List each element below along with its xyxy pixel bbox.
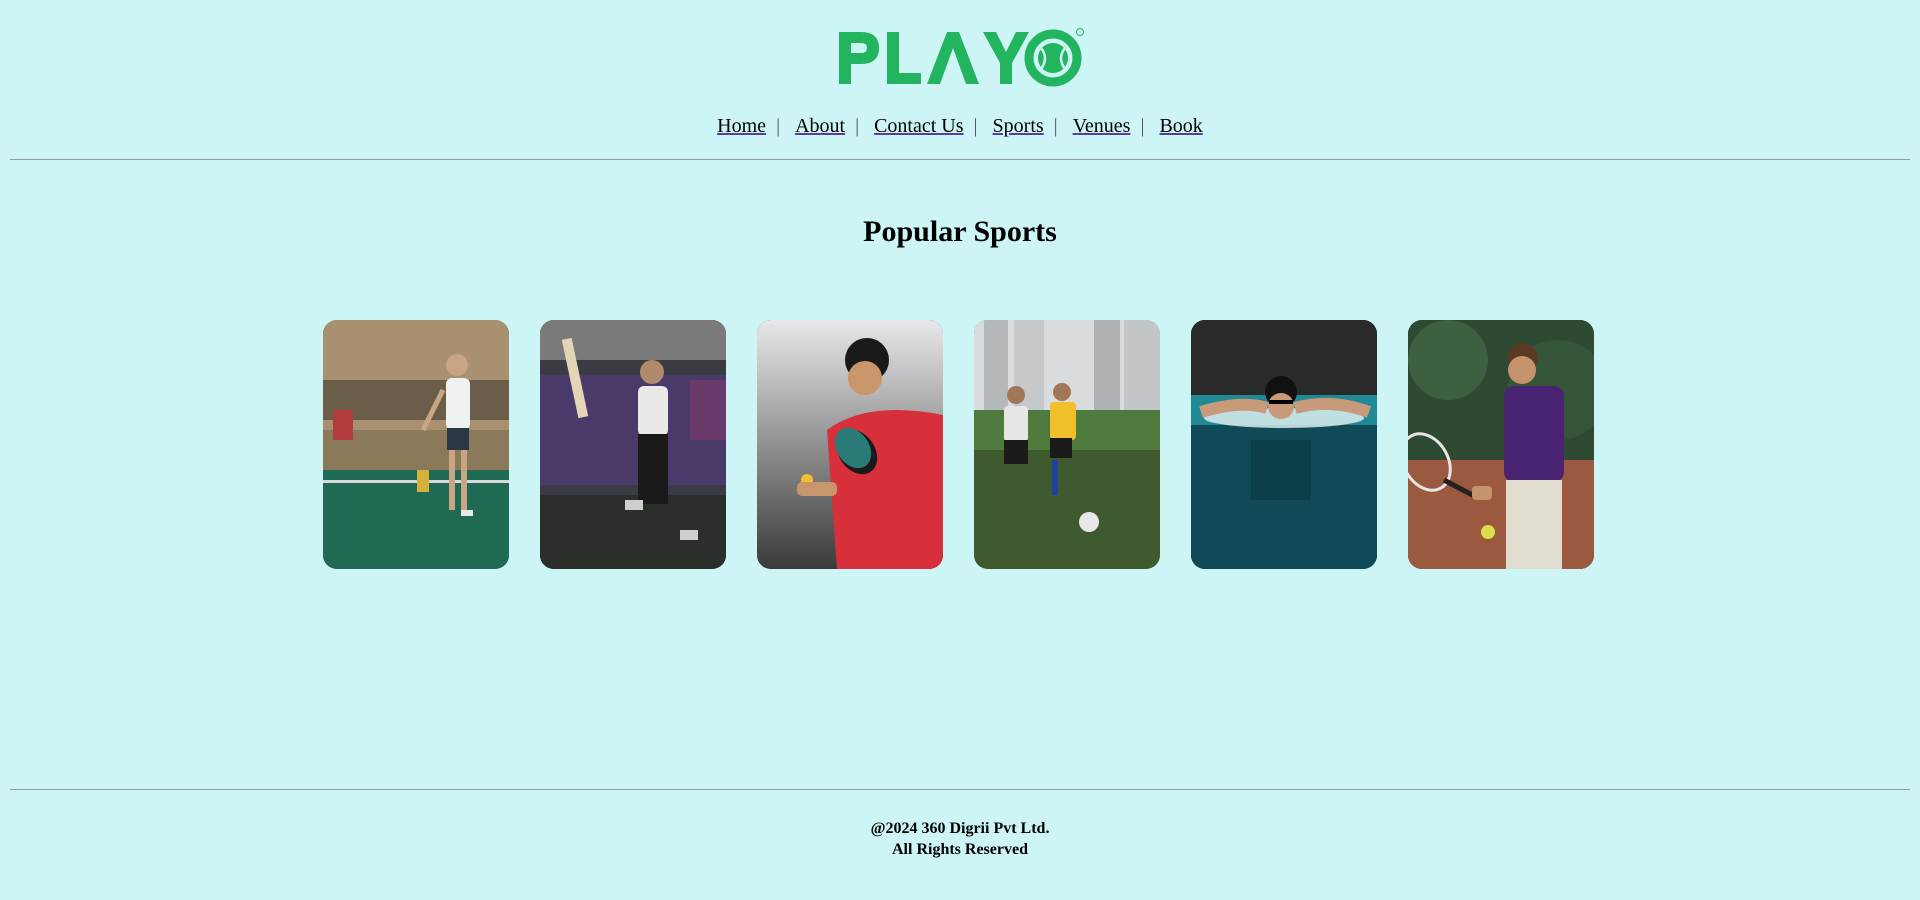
cricket-player-photo: [540, 320, 726, 569]
page-title: Popular Sports: [863, 215, 1057, 248]
footer: @2024 360 Digrii Pvt Ltd. All Rights Res…: [0, 818, 1920, 860]
page: Home | About | Contact Us | Sports | Venues |…: [0, 0, 1920, 900]
nav-venues-link[interactable]: Venues: [1073, 115, 1131, 137]
sport-card-football[interactable]: [974, 320, 1160, 569]
playo-logo-icon: [839, 28, 1084, 87]
nav-sports-link[interactable]: Sports: [993, 115, 1044, 137]
rights-text: All Rights Reserved: [892, 841, 1028, 858]
main-nav: Home | About | Contact Us | Sports | Venues |…: [0, 115, 1920, 138]
nav-separator: |: [855, 115, 860, 137]
sport-card-swimming[interactable]: [1191, 320, 1377, 569]
nav-separator: |: [1140, 115, 1145, 137]
logo-container: [0, 26, 1920, 88]
copyright-text: @2024 360 Digrii Pvt Ltd.: [870, 820, 1050, 837]
sport-card-tennis[interactable]: [1408, 320, 1594, 569]
nav-home-link[interactable]: Home: [717, 115, 766, 137]
sport-card-cricket[interactable]: [540, 320, 726, 569]
table-tennis-player-photo: [757, 320, 943, 569]
sport-card-table-tennis[interactable]: [757, 320, 943, 569]
tennis-player-photo: [1408, 320, 1594, 569]
badminton-player-photo: [323, 320, 509, 569]
nav-separator: |: [1053, 115, 1058, 137]
nav-separator: |: [973, 115, 978, 137]
sports-gallery: [323, 320, 1594, 569]
nav-book-link[interactable]: Book: [1159, 115, 1202, 137]
nav-separator: |: [776, 115, 781, 137]
sport-card-badminton[interactable]: [323, 320, 509, 569]
swimmer-photo: [1191, 320, 1377, 569]
nav-about-link[interactable]: About: [795, 115, 845, 137]
playo-logo[interactable]: [835, 26, 1085, 88]
footer-divider: [10, 789, 1910, 790]
football-players-photo: [974, 320, 1160, 569]
nav-contact-link[interactable]: Contact Us: [874, 115, 963, 137]
header-divider: [10, 159, 1910, 160]
